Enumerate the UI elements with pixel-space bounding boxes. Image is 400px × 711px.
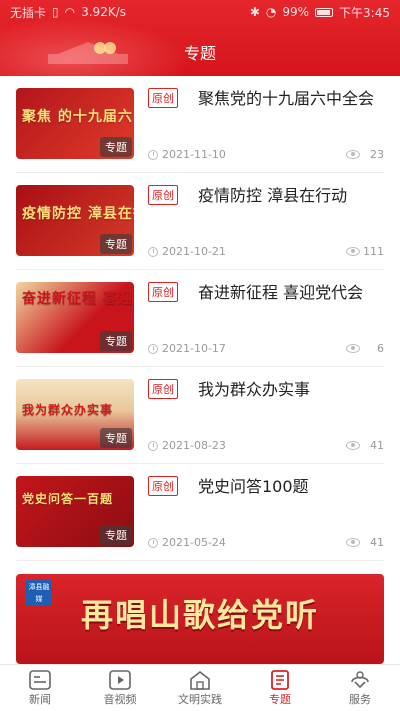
topic-title[interactable]: 奋进新征程 喜迎党代会: [148, 280, 384, 306]
topic-thumbnail[interactable]: 聚焦 的十九届六中全 专题: [16, 88, 134, 159]
battery-percent: 99%: [282, 5, 310, 19]
nav-topic[interactable]: 专题: [244, 669, 316, 707]
topic-thumbnail[interactable]: 我为群众办实事 专题: [16, 379, 134, 450]
clock-time: 下午3:45: [339, 5, 390, 20]
clock-icon: [148, 247, 158, 257]
news-icon: [4, 669, 76, 691]
topic-thumbnail[interactable]: 奋进新征程 喜迎党代 专题: [16, 282, 134, 353]
publish-date: 2021-10-21: [162, 245, 226, 258]
promo-banner[interactable]: 漳县融媒 再唱山歌给党听: [16, 574, 384, 664]
view-count: 41: [370, 536, 384, 549]
nav-label: 音视频: [103, 693, 137, 706]
topic-title[interactable]: 党史问答100题: [148, 474, 384, 500]
carrier-label: 无插卡: [10, 5, 47, 20]
item-meta: 2021-08-23 41: [148, 439, 384, 455]
publish-date: 2021-10-17: [162, 342, 226, 355]
topic-title[interactable]: 疫情防控 漳县在行动: [148, 183, 384, 209]
banner-title: 再唱山歌给党听: [80, 596, 319, 634]
eye-icon: [346, 150, 360, 159]
topic-tag: 专题: [100, 137, 132, 157]
thumbnail-text: 党史问答一百题: [22, 492, 114, 506]
bluetooth-icon: ✱: [249, 5, 260, 19]
network-speed: 3.92K/s: [81, 5, 126, 19]
clock-icon: [148, 538, 158, 548]
thumbnail-text: 我为群众办实事: [22, 403, 114, 417]
topic-title[interactable]: 我为群众办实事: [148, 377, 384, 403]
topic-thumbnail[interactable]: 党史问答一百题 专题: [16, 476, 134, 547]
view-count: 6: [377, 342, 384, 355]
view-count: 41: [370, 439, 384, 452]
nav-news[interactable]: 新闻: [4, 669, 76, 707]
eye-icon: [346, 344, 360, 353]
clock-icon: [148, 150, 158, 160]
item-meta: 2021-10-21 111: [148, 245, 384, 261]
list-item[interactable]: 我为群众办实事 专题 原创 我为群众办实事 2021-08-23 41: [16, 367, 384, 464]
video-icon: [84, 669, 156, 691]
thumbnail-text: 聚焦 的十九届六中全: [22, 109, 134, 125]
thumbnail-text: 奋进新征程 喜迎党代: [22, 291, 134, 307]
item-meta: 2021-11-10 23: [148, 148, 384, 164]
service-icon: [324, 669, 396, 691]
thumbnail-text: 疫情防控 漳县在行动: [22, 206, 134, 222]
list-item[interactable]: 党史问答一百题 专题 原创 党史问答100题 2021-05-24 41: [16, 464, 384, 561]
clock-icon: [148, 441, 158, 451]
nav-label: 新闻: [29, 693, 51, 706]
topic-tag: 专题: [100, 428, 132, 448]
topic-tag: 专题: [100, 234, 132, 254]
publish-date: 2021-08-23: [162, 439, 226, 452]
nav-service[interactable]: 服务: [324, 669, 396, 707]
publish-date: 2021-05-24: [162, 536, 226, 549]
app-header: 无插卡 ▯ ◠ 3.92K/s ✱ ◔ 99% 下午3:45 专题: [0, 0, 400, 76]
topic-icon: [244, 669, 316, 691]
eye-icon: [346, 538, 360, 547]
view-count: 111: [363, 245, 384, 258]
nav-label: 文明实践: [178, 693, 222, 706]
sim-icon: ▯: [52, 5, 59, 19]
topic-tag: 专题: [100, 525, 132, 545]
nav-video[interactable]: 音视频: [84, 669, 156, 707]
status-bar: 无插卡 ▯ ◠ 3.92K/s ✱ ◔ 99% 下午3:45: [0, 0, 400, 24]
page-title: 专题: [183, 44, 216, 63]
topic-list: 聚焦 的十九届六中全 专题 原创 聚焦党的十九届六中全会 2021-11-10 …: [0, 76, 400, 561]
topic-thumbnail[interactable]: 疫情防控 漳县在行动 专题: [16, 185, 134, 256]
list-item[interactable]: 聚焦 的十九届六中全 专题 原创 聚焦党的十九届六中全会 2021-11-10 …: [16, 76, 384, 173]
wifi-icon: ◠: [64, 5, 76, 19]
nav-civilization[interactable]: 文明实践: [164, 669, 236, 707]
view-count: 23: [370, 148, 384, 161]
list-item[interactable]: 疫情防控 漳县在行动 专题 原创 疫情防控 漳县在行动 2021-10-21 1…: [16, 173, 384, 270]
nav-label: 专题: [269, 693, 291, 706]
item-meta: 2021-10-17 6: [148, 342, 384, 358]
topic-tag: 专题: [100, 331, 132, 351]
eye-icon: [346, 441, 360, 450]
battery-icon: [315, 7, 334, 17]
house-icon: [164, 669, 236, 691]
nav-label: 服务: [349, 693, 371, 706]
clock-icon: [148, 344, 158, 354]
publish-date: 2021-11-10: [162, 148, 226, 161]
eye-icon: [346, 247, 360, 256]
item-meta: 2021-05-24 41: [148, 536, 384, 552]
bottom-navigation: 新闻 音视频 文明实践 专题 服务: [0, 664, 400, 711]
alarm-icon: ◔: [265, 5, 277, 19]
list-item[interactable]: 奋进新征程 喜迎党代 专题 原创 奋进新征程 喜迎党代会 2021-10-17 …: [16, 270, 384, 367]
topic-title[interactable]: 聚焦党的十九届六中全会: [148, 86, 384, 112]
